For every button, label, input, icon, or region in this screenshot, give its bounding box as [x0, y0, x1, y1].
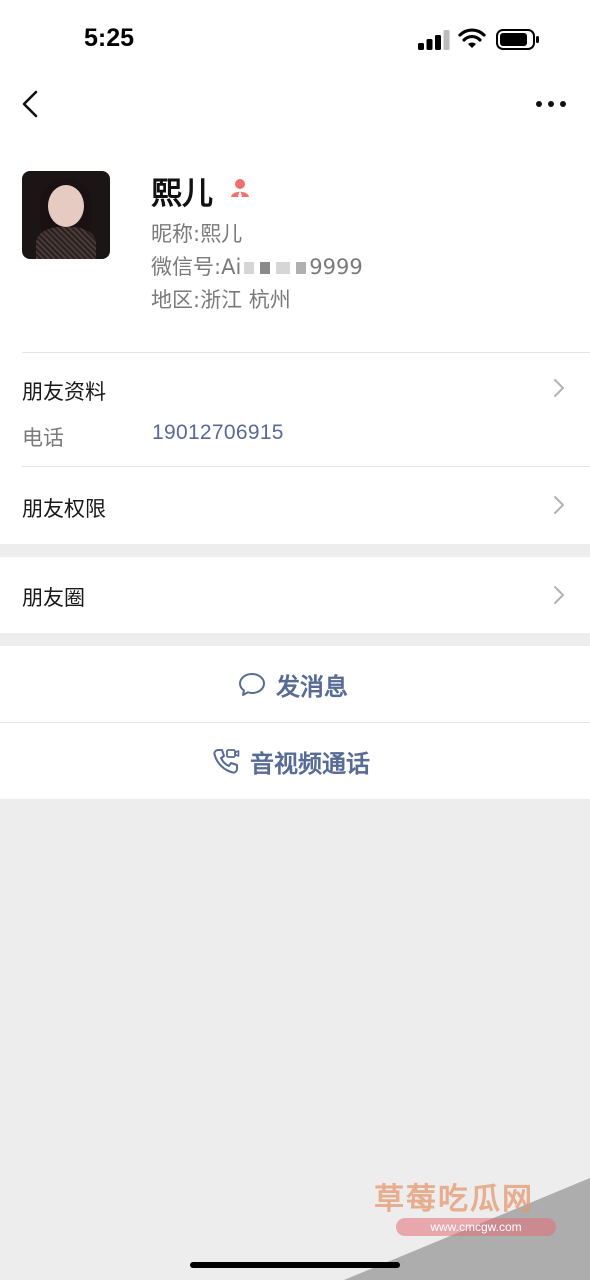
wechat-id-start: Ai	[221, 255, 242, 279]
chat-bubble-icon	[239, 673, 265, 696]
avatar-outfit	[36, 227, 96, 259]
wechat-id-label: 微信号:	[151, 255, 222, 279]
more-icon[interactable]	[534, 92, 568, 116]
phone-label: 电话	[22, 426, 64, 450]
battery-icon	[496, 29, 539, 50]
friend-permissions-row[interactable]: 朋友权限	[0, 467, 590, 544]
status-bar: 5:25	[0, 0, 590, 70]
friend-info-row[interactable]: 朋友资料 电话 19012706915	[0, 352, 590, 466]
nav-bar	[0, 70, 590, 140]
region-value: 浙江 杭州	[200, 288, 291, 312]
nickname-value: 熙儿	[200, 222, 243, 246]
video-call-button[interactable]: 音视频通话	[0, 723, 590, 799]
watermark-text: 草莓吃瓜网	[374, 1182, 534, 1217]
chevron-right-icon	[554, 379, 564, 397]
redaction-block	[296, 262, 307, 274]
redaction-block	[244, 262, 255, 274]
nickname-line: 昵称:熙儿	[151, 218, 242, 248]
signal-icon	[418, 30, 450, 50]
profile-card: 熙儿 昵称:熙儿 微信号:Ai 9999 地区:浙江 杭州	[0, 140, 590, 352]
moments-row[interactable]: 朋友圈	[0, 557, 590, 633]
phone-video-icon	[213, 749, 240, 774]
region-line: 地区:浙江 杭州	[151, 284, 291, 314]
nickname-label: 昵称:	[151, 222, 201, 246]
send-message-label: 发消息	[276, 672, 348, 701]
home-indicator[interactable]	[190, 1262, 400, 1268]
profile-name: 熙儿	[151, 176, 213, 212]
chevron-right-icon	[554, 496, 564, 514]
wifi-icon	[458, 28, 486, 48]
avatar-face	[48, 185, 84, 227]
friend-info-section: 朋友资料 电话 19012706915 朋友权限	[0, 352, 590, 544]
female-gender-icon	[231, 179, 249, 198]
redaction-block	[276, 262, 291, 274]
avatar[interactable]	[22, 171, 110, 259]
back-icon[interactable]	[18, 86, 46, 122]
friend-info-title: 朋友资料	[22, 380, 106, 404]
moments-title: 朋友圈	[22, 586, 85, 610]
friend-permissions-title: 朋友权限	[22, 497, 106, 521]
video-call-label: 音视频通话	[250, 749, 370, 778]
send-message-button[interactable]: 发消息	[0, 646, 590, 722]
chevron-right-icon	[554, 586, 564, 604]
redaction-block	[260, 262, 271, 274]
status-time: 5:25	[84, 24, 135, 52]
wechat-id-line: 微信号:Ai 9999	[151, 251, 363, 281]
phone-number-link[interactable]: 19012706915	[152, 421, 284, 445]
wechat-id-end: 9999	[309, 255, 363, 279]
watermark-url: www.cmcgw.com	[396, 1218, 556, 1236]
region-label: 地区:	[151, 288, 201, 312]
